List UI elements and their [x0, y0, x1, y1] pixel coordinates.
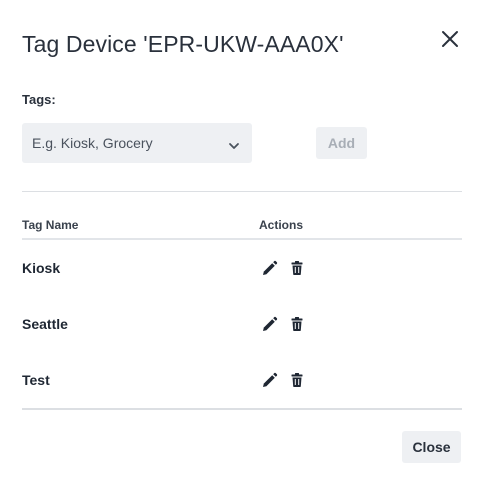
tag-device-dialog: Tag Device 'EPR-UKW-AAA0X' Tags: E.g. Ki… — [0, 0, 486, 485]
divider — [22, 408, 462, 410]
tag-name-cell: Seattle — [22, 316, 68, 332]
close-icon[interactable] — [438, 27, 462, 51]
tags-select[interactable]: E.g. Kiosk, Grocery — [22, 123, 252, 163]
add-button[interactable]: Add — [316, 127, 367, 159]
divider — [22, 191, 462, 192]
tag-name-cell: Kiosk — [22, 260, 61, 276]
tags-label: Tags: — [22, 92, 56, 107]
tags-select-placeholder: E.g. Kiosk, Grocery — [32, 135, 153, 151]
close-button[interactable]: Close — [402, 431, 461, 463]
table-row: Seattle — [22, 296, 462, 352]
dialog-title: Tag Device 'EPR-UKW-AAA0X' — [22, 31, 344, 57]
tag-name-cell: Test — [22, 372, 50, 388]
pencil-icon[interactable] — [261, 260, 278, 277]
trash-icon[interactable] — [291, 373, 303, 387]
table-row: Test — [22, 352, 462, 408]
column-header-actions: Actions — [259, 218, 304, 232]
pencil-icon[interactable] — [261, 316, 278, 333]
trash-icon[interactable] — [291, 317, 303, 331]
column-header-tag-name: Tag Name — [22, 218, 79, 232]
table-row: Kiosk — [22, 240, 462, 296]
chevron-down-icon — [228, 138, 240, 149]
trash-icon[interactable] — [291, 261, 303, 275]
pencil-icon[interactable] — [261, 372, 278, 389]
